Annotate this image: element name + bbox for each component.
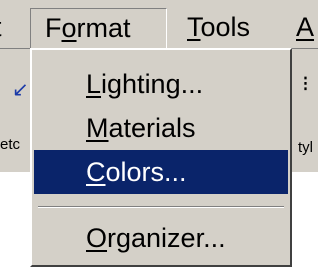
menu-item-clipped-right-label: A bbox=[296, 12, 315, 42]
menu-item-materials-mnemonic: M bbox=[86, 113, 109, 143]
format-dropdown-menu: Lighting... Materials Colors... Organize… bbox=[30, 48, 292, 267]
menu-format-mnemonic: o bbox=[61, 13, 77, 43]
menu-format[interactable]: Format bbox=[30, 8, 167, 50]
back-arrow-icon[interactable]: ↙ bbox=[12, 77, 29, 102]
menu-item-lighting[interactable]: Lighting... bbox=[34, 62, 288, 106]
toolbar-tyl-label: tyl bbox=[298, 139, 313, 156]
menu-format-prefix: F bbox=[45, 13, 62, 43]
menu-item-organizer-mnemonic: O bbox=[86, 223, 108, 253]
menu-item-organizer-rest: rganizer... bbox=[107, 223, 226, 253]
menu-tools-rest: ools bbox=[200, 12, 251, 42]
menu-tools-mnemonic: T bbox=[187, 12, 201, 42]
menu-item-materials[interactable]: Materials bbox=[34, 106, 288, 150]
menu-item-lighting-rest: ighting... bbox=[101, 69, 204, 99]
menu-item-colors-mnemonic: C bbox=[86, 157, 106, 187]
menu-item-colors[interactable]: Colors... bbox=[34, 150, 288, 194]
menu-item-colors-rest: olors... bbox=[105, 157, 187, 187]
toolbar-etc-label: etc bbox=[0, 136, 21, 153]
menu-item-materials-rest: aterials bbox=[108, 113, 196, 143]
menu-item-clipped-left[interactable]: t bbox=[0, 8, 8, 48]
toolbar-icon[interactable]: ⁝ bbox=[302, 71, 309, 97]
menu-item-lighting-mnemonic: L bbox=[86, 69, 102, 99]
menu-item-clipped-left-label: t bbox=[0, 12, 2, 42]
menu-item-organizer[interactable]: Organizer... bbox=[34, 216, 288, 260]
menu-format-rest: rmat bbox=[76, 13, 131, 43]
menu-tools[interactable]: Tools bbox=[187, 8, 250, 48]
menu-bar: t Format Tools A bbox=[0, 0, 318, 50]
menu-separator bbox=[38, 206, 284, 208]
menu-item-clipped-right[interactable]: A bbox=[296, 8, 318, 48]
